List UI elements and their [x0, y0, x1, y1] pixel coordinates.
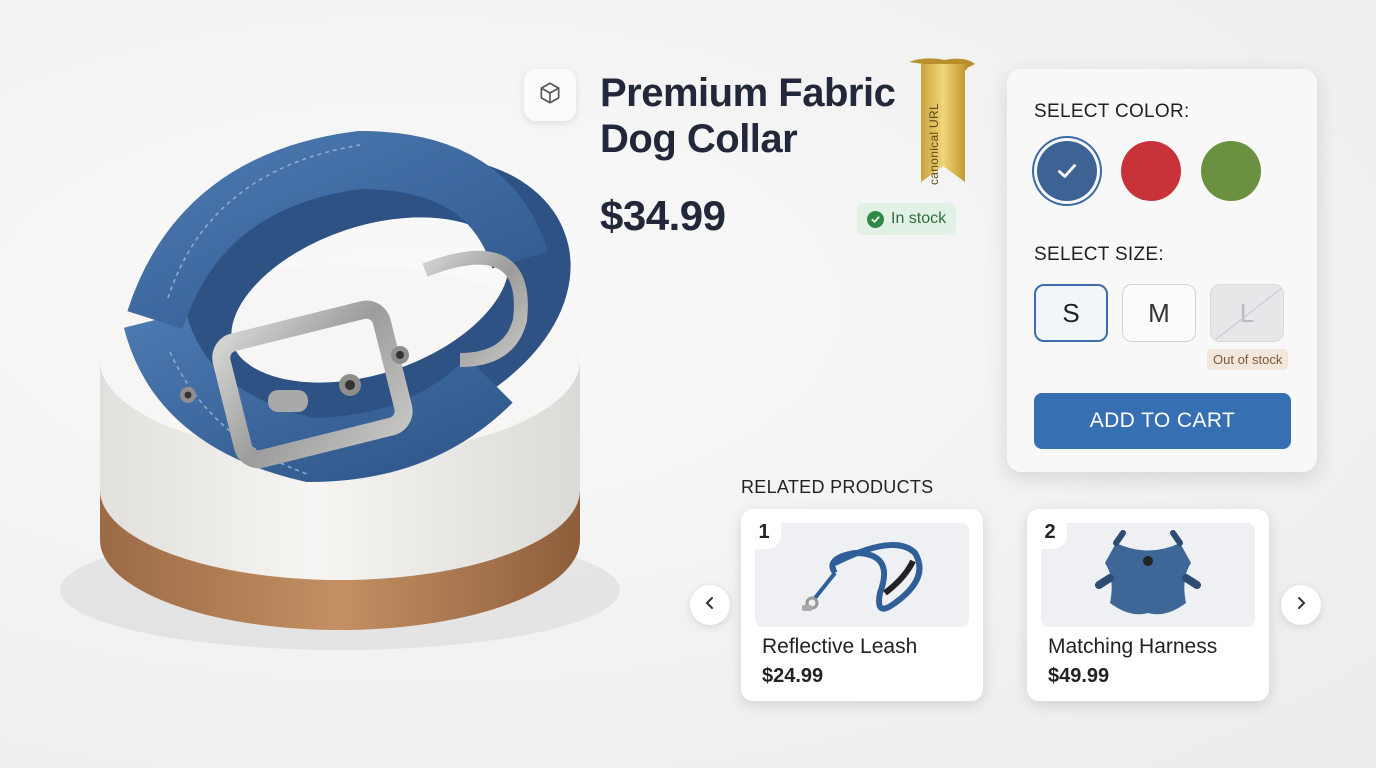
card-product-price: $24.99: [762, 665, 824, 687]
harness-image: [1041, 523, 1255, 627]
carousel-next-button[interactable]: [1281, 585, 1321, 625]
carousel-prev-button[interactable]: [690, 585, 730, 625]
color-swatch-green[interactable]: [1201, 141, 1261, 201]
stock-badge: In stock: [857, 203, 957, 235]
unavailable-slash: [1212, 285, 1283, 341]
ribbon-label: canonical URL: [927, 103, 941, 185]
chevron-right-icon: [1294, 596, 1308, 615]
card-product-name: Matching Harness: [1048, 635, 1218, 658]
view-3d-button[interactable]: [524, 69, 576, 121]
card-index: 1: [747, 515, 781, 549]
size-button-s[interactable]: S: [1034, 284, 1108, 342]
leash-image: [755, 523, 969, 627]
color-swatch-blue[interactable]: [1037, 141, 1097, 201]
checkmark-icon: [1054, 158, 1080, 189]
related-products-heading: RELATED PRODUCTS: [741, 477, 934, 497]
related-product-card[interactable]: 2 Matching Harness $49.99: [1027, 509, 1269, 701]
chevron-left-icon: [703, 596, 717, 615]
size-label-m: M: [1148, 297, 1170, 328]
size-button-l[interactable]: L: [1210, 284, 1284, 342]
stock-text: In stock: [891, 210, 947, 227]
check-circle-icon: [867, 210, 884, 228]
color-swatch-red[interactable]: [1121, 141, 1181, 201]
size-button-m[interactable]: M: [1122, 284, 1196, 342]
out-of-stock-badge: Out of stock: [1207, 349, 1289, 370]
size-label-s: S: [1062, 297, 1080, 328]
canonical-url-ribbon: canonical URL: [905, 56, 977, 186]
card-product-price: $49.99: [1048, 665, 1110, 687]
card-product-name: Reflective Leash: [762, 635, 918, 658]
product-title: Premium Fabric Dog Collar: [600, 71, 896, 161]
related-product-card[interactable]: 1 Reflective Leash $24.99: [741, 509, 983, 701]
product-price: $34.99: [600, 192, 726, 239]
add-to-cart-button[interactable]: ADD TO CART: [1034, 393, 1291, 449]
card-index: 2: [1033, 515, 1067, 549]
options-panel: SELECT COLOR: SELECT SIZE: S M L Out of …: [1007, 69, 1317, 472]
cube-icon: [537, 80, 563, 111]
product-image: [60, 120, 620, 680]
color-label: SELECT COLOR:: [1034, 101, 1190, 122]
size-label: SELECT SIZE:: [1034, 244, 1164, 265]
